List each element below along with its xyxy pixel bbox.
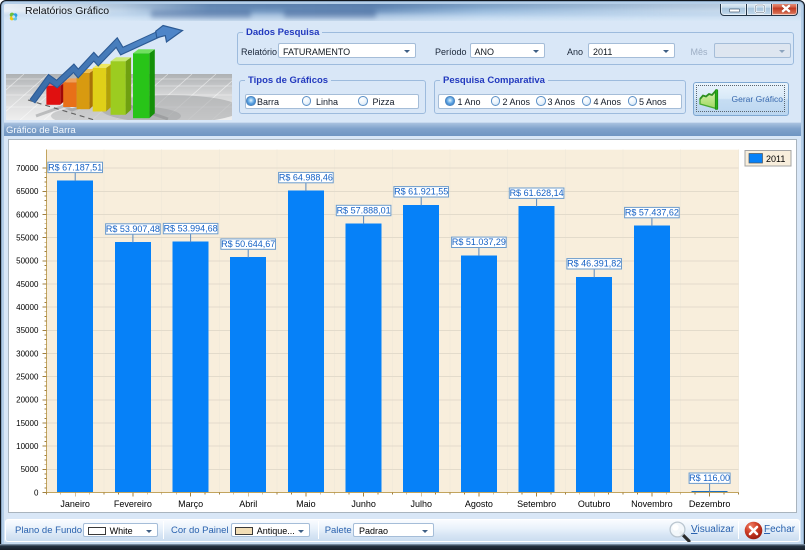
- svg-text:Julho: Julho: [410, 499, 432, 509]
- svg-text:Janeiro: Janeiro: [60, 499, 90, 509]
- svg-text:Maio: Maio: [296, 499, 316, 509]
- svg-text:R$ 61.921,55: R$ 61.921,55: [394, 187, 448, 197]
- svg-text:Setembro: Setembro: [517, 499, 556, 509]
- svg-text:Fevereiro: Fevereiro: [114, 499, 152, 509]
- svg-text:55000: 55000: [16, 234, 39, 243]
- svg-text:25000: 25000: [16, 373, 39, 382]
- svg-text:Junho: Junho: [351, 499, 376, 509]
- svg-text:Outubro: Outubro: [578, 499, 611, 509]
- svg-text:R$ 64.988,46: R$ 64.988,46: [279, 173, 333, 183]
- svg-text:45000: 45000: [16, 280, 39, 289]
- svg-text:R$ 57.888,01: R$ 57.888,01: [337, 205, 391, 215]
- svg-text:R$ 67.187,51: R$ 67.187,51: [48, 162, 102, 172]
- svg-text:5000: 5000: [21, 465, 39, 474]
- svg-text:40000: 40000: [16, 303, 39, 312]
- svg-text:R$ 51.037,29: R$ 51.037,29: [452, 237, 506, 247]
- svg-text:R$ 46.391,82: R$ 46.391,82: [567, 259, 621, 269]
- svg-text:15000: 15000: [16, 419, 39, 428]
- svg-text:R$ 61.628,14: R$ 61.628,14: [510, 188, 564, 198]
- svg-text:60000: 60000: [16, 210, 39, 219]
- svg-text:Abril: Abril: [239, 499, 257, 509]
- svg-text:30000: 30000: [16, 349, 39, 358]
- svg-text:20000: 20000: [16, 396, 39, 405]
- svg-text:R$ 53.907,48: R$ 53.907,48: [106, 224, 160, 234]
- svg-text:R$ 116,00: R$ 116,00: [689, 473, 730, 483]
- svg-text:0: 0: [34, 488, 39, 497]
- svg-text:R$ 50.644,67: R$ 50.644,67: [221, 239, 275, 249]
- svg-text:65000: 65000: [16, 187, 39, 196]
- svg-text:Agosto: Agosto: [465, 499, 493, 509]
- svg-text:R$ 53.994,68: R$ 53.994,68: [164, 224, 218, 234]
- svg-text:Novembro: Novembro: [631, 499, 673, 509]
- svg-text:Março: Março: [178, 499, 203, 509]
- svg-text:50000: 50000: [16, 257, 39, 266]
- svg-text:R$ 57.437,62: R$ 57.437,62: [625, 208, 679, 218]
- svg-text:2011: 2011: [766, 154, 785, 164]
- svg-text:35000: 35000: [16, 326, 39, 335]
- svg-text:70000: 70000: [16, 164, 39, 173]
- svg-text:10000: 10000: [16, 442, 39, 451]
- svg-text:Dezembro: Dezembro: [689, 499, 731, 509]
